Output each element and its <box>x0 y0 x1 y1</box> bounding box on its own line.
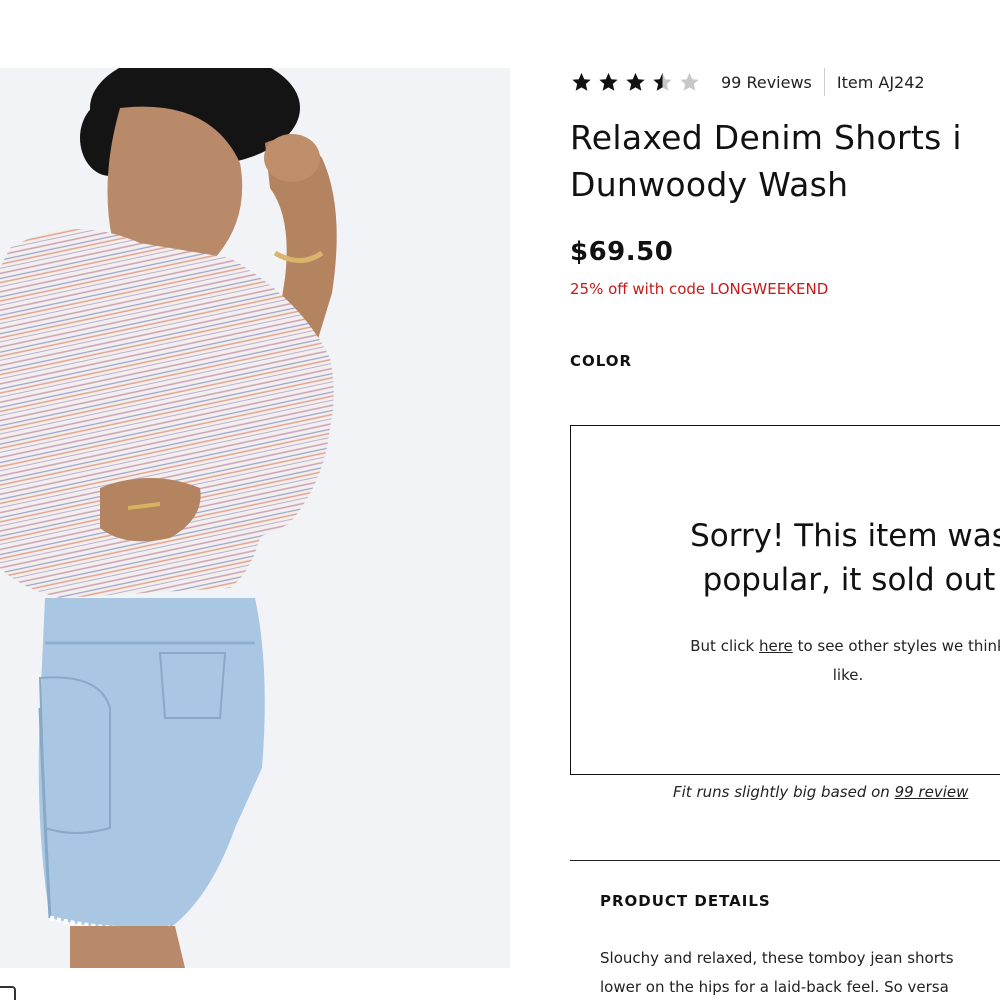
fit-reviews-link[interactable]: 99 review <box>895 783 969 801</box>
sold-out-heading-line2: popular, it sold out <box>702 562 996 598</box>
product-title-line1: Relaxed Denim Shorts i <box>570 118 962 157</box>
divider <box>823 68 825 96</box>
sold-out-heading-line1: Sorry! This item was <box>690 518 1000 554</box>
reviews-link[interactable]: 99 Reviews <box>721 73 812 92</box>
star-full-icon <box>599 72 618 91</box>
product-info: 99 Reviews Item AJ242 Relaxed Denim Shor… <box>570 0 1000 1000</box>
color-label: COLOR <box>570 352 633 370</box>
sold-out-heading: Sorry! This item was popular, it sold ou… <box>571 514 1000 602</box>
star-rating[interactable] <box>570 71 701 93</box>
sold-out-body: But click here to see other styles we th… <box>611 632 1000 690</box>
product-title-line2: Dunwoody Wash <box>570 165 849 204</box>
star-half-icon <box>653 72 672 91</box>
product-details-line2: lower on the hips for a laid-back feel. … <box>600 978 949 996</box>
item-number: Item AJ242 <box>836 72 925 92</box>
rating-row: 99 Reviews Item AJ242 <box>570 68 925 96</box>
product-page: 99 Reviews Item AJ242 Relaxed Denim Shor… <box>0 0 1000 1000</box>
section-divider <box>570 860 1000 861</box>
product-image[interactable] <box>0 68 510 968</box>
sold-out-body-prefix: But click <box>690 637 759 655</box>
star-full-icon <box>626 72 645 91</box>
other-styles-link[interactable]: here <box>759 637 793 655</box>
product-title: Relaxed Denim Shorts i Dunwoody Wash <box>570 114 1000 208</box>
sold-out-body-suffix: to see other styles we think <box>792 637 1000 655</box>
product-details-toggle[interactable]: PRODUCT DETAILS <box>600 892 771 910</box>
promo-text: 25% off with code LONGWEEKEND <box>570 280 829 298</box>
product-details-line1: Slouchy and relaxed, these tomboy jean s… <box>600 949 954 967</box>
star-full-icon <box>572 72 591 91</box>
fit-note-prefix: Fit runs slightly big based on <box>673 783 895 801</box>
fit-note: Fit runs slightly big based on 99 review <box>673 783 968 801</box>
sold-out-body-line2: like. <box>832 666 864 684</box>
star-empty-icon <box>680 72 699 91</box>
chat-toggle-icon[interactable] <box>0 986 16 1000</box>
product-details-text: Slouchy and relaxed, these tomboy jean s… <box>600 944 1000 1000</box>
product-price: $69.50 <box>570 237 674 267</box>
sold-out-message: Sorry! This item was popular, it sold ou… <box>570 425 1000 775</box>
model-photo <box>0 68 337 968</box>
